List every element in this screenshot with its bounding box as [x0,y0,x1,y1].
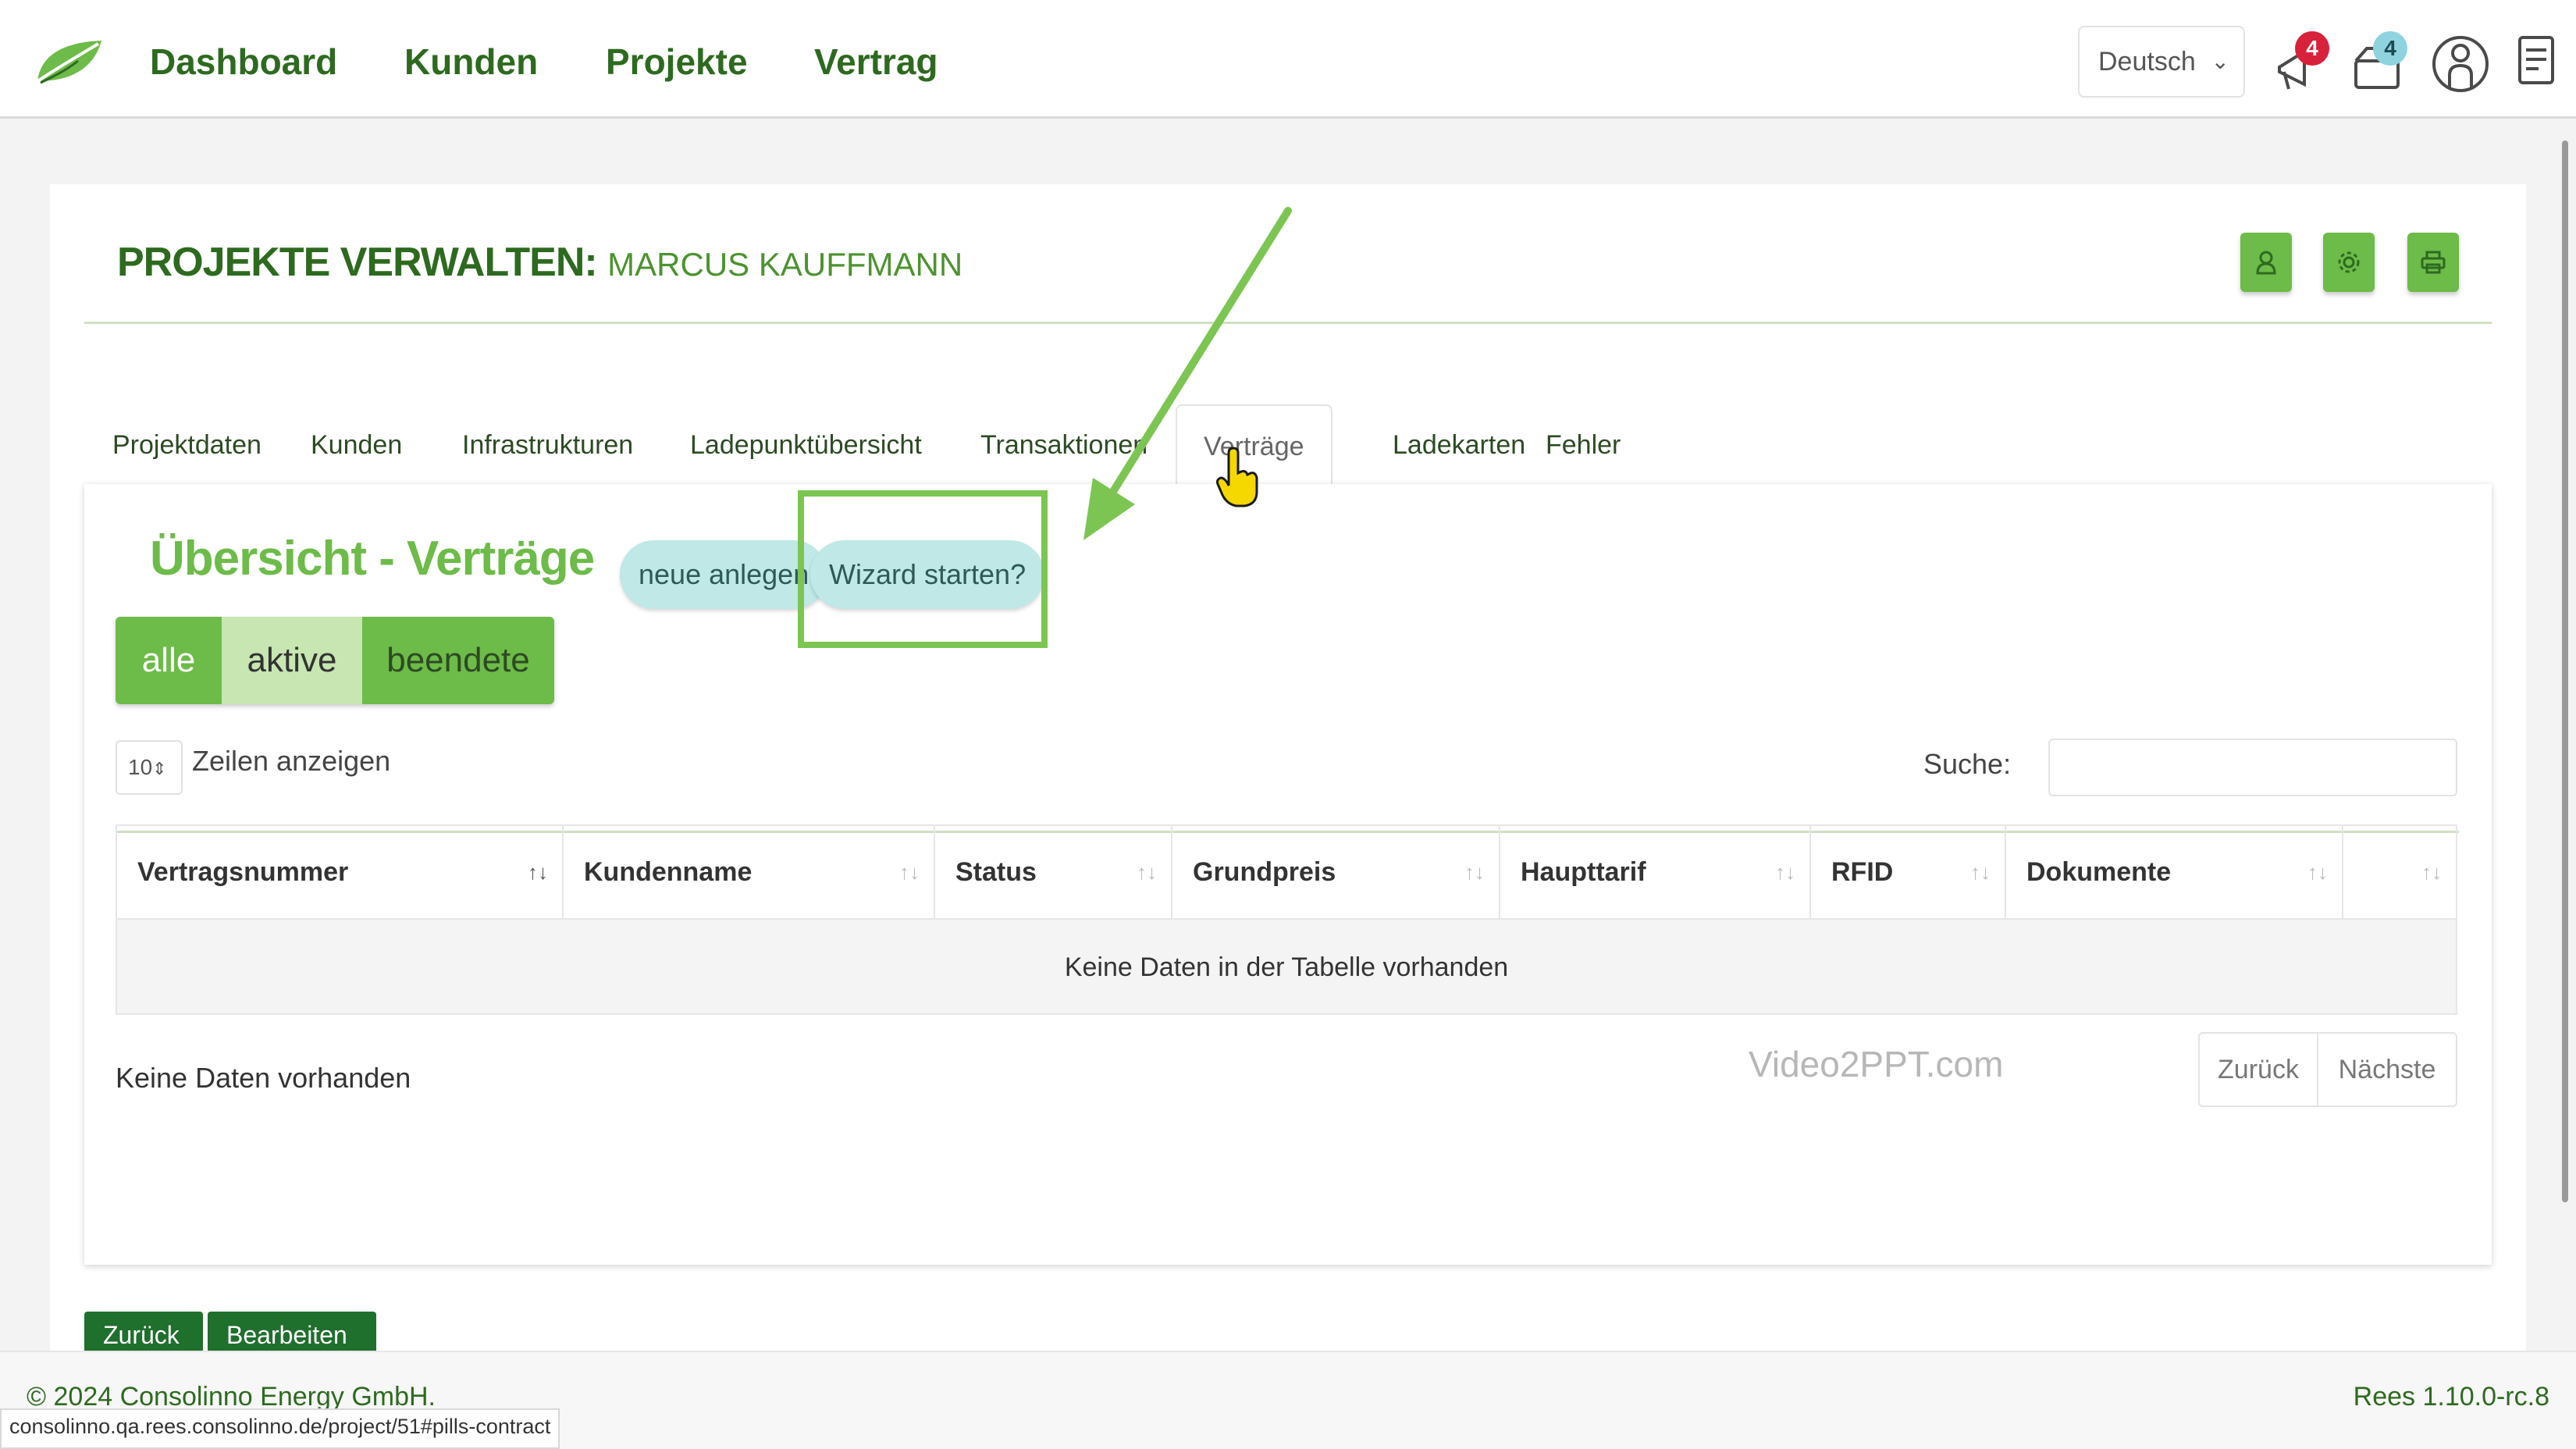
settings-button[interactable] [2323,233,2375,292]
nav-projekte[interactable]: Projekte [606,41,748,83]
nav-dashboard[interactable]: Dashboard [150,41,337,83]
sort-icon: ↑↓ [1464,860,1485,884]
column-label: Kundenname [584,857,753,887]
table-empty-row: Keine Daten in der Tabelle vorhanden [117,918,2456,1013]
tab-ladepunktuebersicht[interactable]: Ladepunktübersicht [690,404,922,486]
tab-infrastrukturen[interactable]: Infrastrukturen [462,404,633,486]
column-header-status[interactable]: Status ↑↓ [935,826,1172,918]
sort-icon: ↑↓ [2307,860,2328,884]
column-header-dokumente[interactable]: Dokumente ↑↓ [2006,826,2343,918]
nav-kunden[interactable]: Kunden [404,41,538,83]
sort-icon: ↑↓ [1970,860,1991,884]
column-header-actions[interactable]: ↑↓ [2343,826,2456,918]
user-profile-icon[interactable] [2429,31,2492,97]
filter-ended[interactable]: beendete [362,617,554,704]
language-select[interactable]: Deutsch ⌄ [2078,26,2245,98]
page-title: PROJEKTE VERWALTEN: MARCUS KAUFFMANN [117,239,962,286]
notifications-badge: 4 [2295,31,2329,66]
sort-icon: ↑↓ [899,860,920,884]
column-header-kundenname[interactable]: Kundenname ↑↓ [564,826,935,918]
pagination-next-button[interactable]: Nächste [2318,1034,2456,1105]
wizard-highlight-frame [798,490,1048,648]
sort-icon: ↑↓ [1137,860,1157,884]
nav-vertrag[interactable]: Vertrag [814,41,938,83]
printer-icon [2421,251,2446,274]
column-header-grundpreis[interactable]: Grundpreis ↑↓ [1172,826,1500,918]
tab-ladekarten[interactable]: Ladekarten [1393,404,1525,486]
column-label: Grundpreis [1193,857,1336,887]
table-info: Keine Daten vorhanden [116,1062,411,1094]
table-pagination: Zurück Nächste [2198,1032,2457,1107]
sort-icon: ↑↓ [1775,860,1795,884]
filter-active[interactable]: aktive [222,617,362,704]
column-header-haupttarif[interactable]: Haupttarif ↑↓ [1500,826,1811,918]
messages-button[interactable]: 4 [2348,31,2414,97]
back-button[interactable]: Zurück [84,1312,203,1355]
panel-title: Übersicht - Verträge [150,532,595,586]
column-header-vertragsnummer[interactable]: Vertragsnummer ↑↓ [117,826,564,918]
language-value: Deutsch [2098,47,2196,77]
document-list-icon[interactable] [2515,34,2557,89]
tab-projektdaten[interactable]: Projektdaten [112,404,262,486]
rows-per-page-select[interactable]: 10⇕ [116,740,183,795]
sort-arrows-icon: ⇕ [152,759,167,778]
hand-cursor-icon [1216,447,1258,507]
user-button[interactable] [2240,233,2292,292]
column-label: Dokumente [2026,857,2172,887]
column-label: RFID [1831,857,1894,887]
watermark-text: Video2PPT.com [1749,1044,2004,1084]
column-label: Status [955,857,1037,887]
page-title-text: PROJEKTE VERWALTEN: [117,240,598,285]
search-input[interactable] [2048,739,2457,796]
contracts-table: Vertragsnummer ↑↓ Kundenname ↑↓ Status ↑↓ G… [116,824,2457,1015]
footer-version: Rees 1.10.0-rc.8 [2353,1382,2549,1412]
sort-icon: ↑↓ [2421,860,2442,884]
gear-icon [2338,251,2360,273]
tab-kunden[interactable]: Kunden [311,404,402,486]
leaf-logo-icon[interactable] [33,37,105,87]
column-label: Vertragsnummer [137,857,349,887]
rows-per-page-value: 10 [128,755,153,779]
edit-button[interactable]: Bearbeiten [208,1312,376,1355]
tab-fehler[interactable]: Fehler [1546,404,1621,486]
sort-icon: ↑↓ [528,860,548,884]
browser-status-url: consolinno.qa.rees.consolinno.de/project… [0,1408,560,1449]
chevron-down-icon: ⌄ [2211,49,2229,73]
pagination-prev-button[interactable]: Zurück [2200,1034,2318,1105]
contract-filter-group: alle aktive beendete [116,617,554,704]
pointer-arrow-icon [1083,207,1292,540]
print-button[interactable] [2407,233,2459,292]
column-header-rfid[interactable]: RFID ↑↓ [1811,826,2006,918]
filter-all[interactable]: alle [116,617,222,704]
notifications-button[interactable]: 4 [2268,31,2331,97]
user-icon [2256,251,2276,275]
search-label: Suche: [1923,748,2012,780]
messages-badge: 4 [2373,31,2407,66]
page-scrollbar[interactable] [2562,141,2568,1202]
top-navbar: Dashboard Kunden Projekte Vertrag Deutsc… [0,0,2576,119]
column-label: Haupttarif [1521,857,1646,887]
new-contract-button[interactable]: neue anlegen [620,540,828,609]
page-subtitle: MARCUS KAUFFMANN [607,246,963,283]
rows-per-page-label: Zeilen anzeigen [192,745,391,777]
